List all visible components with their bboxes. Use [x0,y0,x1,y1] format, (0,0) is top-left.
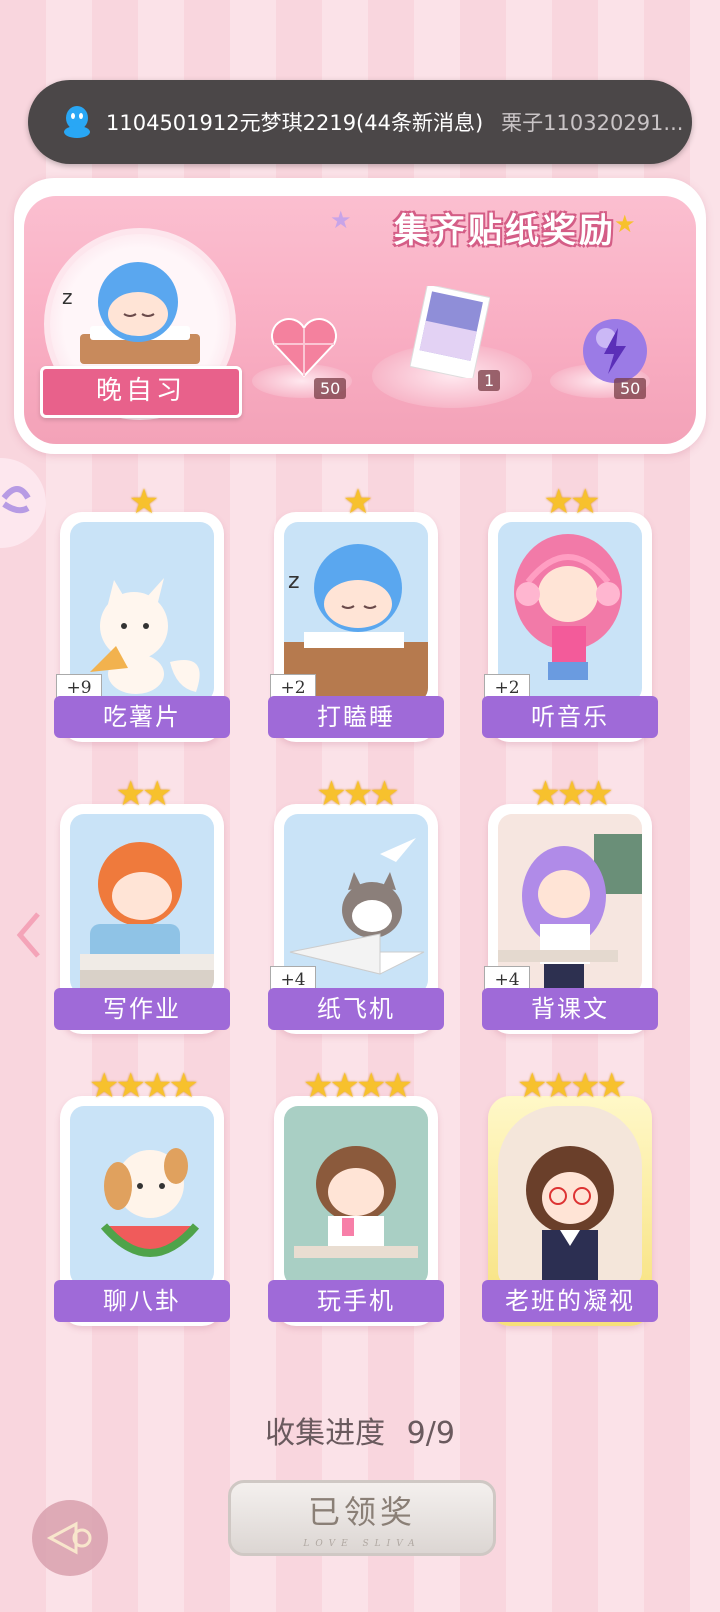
stars-rating: ★★★★ [517,1066,627,1106]
dog-watermelon-icon [100,1148,200,1257]
stars-rating: ★★★ [316,774,399,814]
back-button[interactable] [32,1500,108,1576]
sticker-label: 聊八卦 [54,1280,230,1322]
sticker-card[interactable]: ★ +9 吃薯片 [54,482,230,742]
lightning-orb-icon [583,319,647,383]
stars-rating: ★ [342,482,373,522]
notification-banner[interactable]: 1104501912元梦琪2219(44条新消息) 栗子110320291... [28,80,692,164]
sticker-label: 老班的凝视 [482,1280,658,1322]
sticker-image [70,814,214,994]
collection-progress: 收集进度 9/9 [0,1408,720,1452]
stars-rating: ★★★★ [303,1066,413,1106]
svg-text:z: z [62,285,73,309]
sticker-card[interactable]: ★★★ +4 背课文 [482,774,658,1034]
reward-count: 50 [314,378,347,399]
side-tab[interactable] [0,458,46,548]
sticker-card-icon [410,286,490,378]
heart-gem-icon [271,318,337,378]
sticker-card[interactable]: ★★ 写作业 [54,774,230,1034]
sticker-label: 打瞌睡 [268,696,444,738]
sticker-card[interactable]: ★★★ +4 纸飞机 [268,774,444,1034]
sticker-label: 背课文 [482,988,658,1030]
flower-icon [1,486,31,514]
reward-count: 50 [614,378,647,399]
teacher-gaze-icon [526,1146,614,1286]
reward-title: 集齐贴纸奖励 [394,211,616,251]
reward-count: 1 [478,370,501,391]
stars-rating: ★★★★ [89,1066,199,1106]
sticker-label: 吃薯片 [54,696,230,738]
qq-icon [64,106,90,138]
star-decoration-icon: ★ [330,206,352,234]
notification-main-text: 1104501912元梦琪2219(44条新消息) [106,111,484,135]
sticker-card[interactable]: ★★★★ 玩手机 [268,1066,444,1326]
claimed-button-label: 已领奖 [307,1493,416,1531]
claimed-button-sub: LOVE SLIVA [303,1539,421,1549]
notification-sub-text: 栗子110320291... [501,111,684,135]
progress-label: 收集进度 [265,1416,386,1451]
sticker-label: 写作业 [54,988,230,1030]
sticker-image [284,1106,428,1286]
sticker-label: 纸飞机 [268,988,444,1030]
badge-label: 晚自习 [40,366,242,418]
sticker-card[interactable]: ★★★★ 聊八卦 [54,1066,230,1326]
sticker-card[interactable]: ★★ +2 听音乐 [482,482,658,742]
claimed-button[interactable]: 已领奖 LOVE SLIVA [228,1480,496,1556]
back-arrow-icon [46,1521,92,1555]
sticker-image [498,1106,642,1286]
boy-homework-icon [80,842,214,994]
stars-rating: ★ [128,482,159,522]
sticker-image [70,1106,214,1286]
sticker-card[interactable]: ★★★★ 老班的凝视 [482,1066,658,1326]
girl-phone-icon [294,1146,418,1258]
chevron-left-icon[interactable] [14,910,46,960]
progress-value: 9/9 [406,1416,455,1451]
sticker-card[interactable]: ★ z +2 打瞌睡 [268,482,444,742]
svg-text:z: z [288,569,300,594]
stars-rating: ★★ [115,774,173,814]
stars-rating: ★★★ [530,774,613,814]
sticker-label: 玩手机 [268,1280,444,1322]
sticker-label: 听音乐 [482,696,658,738]
stars-rating: ★★ [543,482,601,522]
